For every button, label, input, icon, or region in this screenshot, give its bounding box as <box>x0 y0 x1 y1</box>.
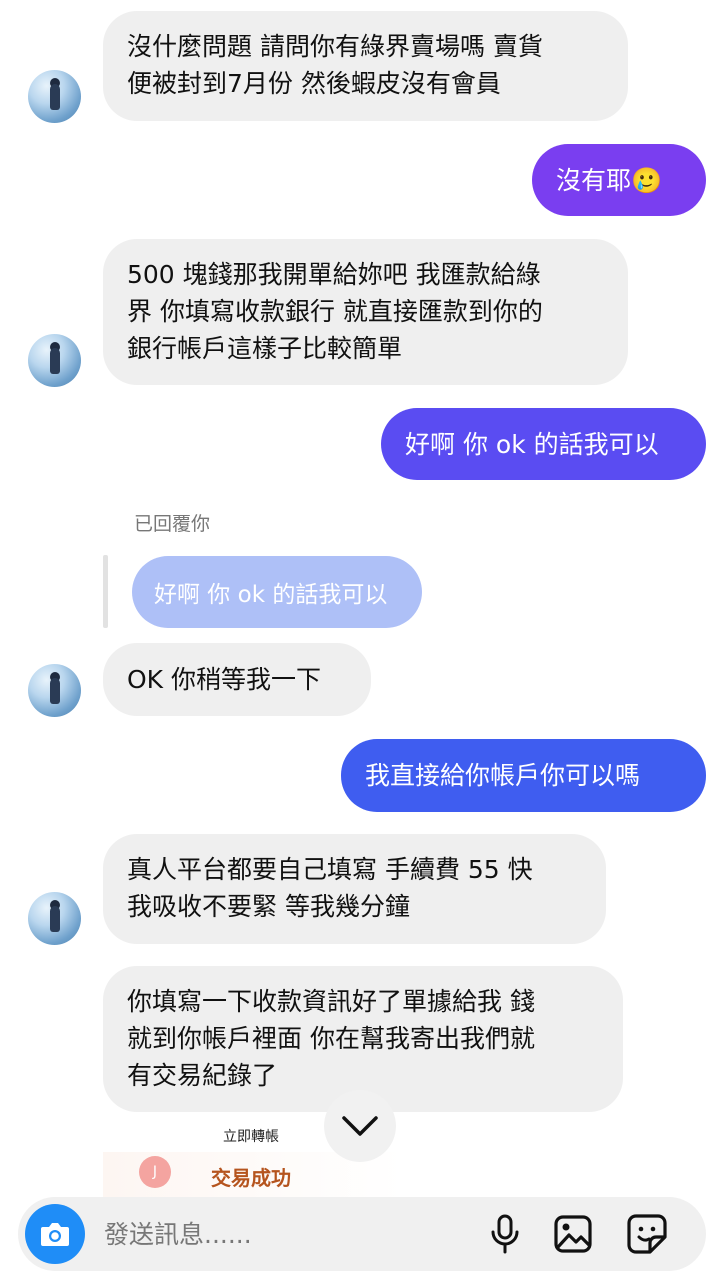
chevron-down-icon <box>342 1116 378 1136</box>
microphone-icon <box>491 1214 519 1254</box>
attachment-title: 立即轉帳 <box>223 1129 279 1145</box>
replied-message-quote[interactable]: 好啊 你 ok 的話我可以 <box>132 556 422 628</box>
gallery-button[interactable] <box>552 1213 594 1255</box>
microphone-button[interactable] <box>484 1213 526 1255</box>
message-input[interactable] <box>104 1197 464 1271</box>
outgoing-message[interactable]: 我直接給你帳戶你可以嗎 <box>341 739 706 812</box>
outgoing-message[interactable]: 好啊 你 ok 的話我可以 <box>381 408 706 480</box>
camera-button[interactable] <box>25 1204 85 1264</box>
outgoing-message[interactable]: 沒有耶🥲 <box>532 144 706 216</box>
camera-icon <box>41 1223 69 1246</box>
avatar[interactable] <box>28 70 81 123</box>
reply-indicator-bar <box>103 555 108 628</box>
avatar[interactable] <box>28 892 81 945</box>
incoming-message[interactable]: 真人平台都要自己填寫 手續費 55 快 我吸收不要緊 等我幾分鐘 <box>103 834 606 944</box>
avatar[interactable] <box>28 664 81 717</box>
incoming-message[interactable]: OK 你稍等我一下 <box>103 643 371 716</box>
sticker-button[interactable] <box>626 1213 668 1255</box>
status-icon: J <box>139 1156 171 1188</box>
attachment-status: 交易成功 <box>211 1166 291 1190</box>
message-composer <box>18 1197 706 1271</box>
incoming-message[interactable]: 500 塊錢那我開單給妳吧 我匯款給綠 界 你填寫收款銀行 就直接匯款到你的 銀… <box>103 239 628 385</box>
incoming-message[interactable]: 沒什麼問題 請問你有綠界賣場嗎 賣貨 便被封到7月份 然後蝦皮沒有會員 <box>103 11 628 121</box>
reply-label: 已回覆你 <box>134 513 211 535</box>
image-icon <box>554 1215 592 1253</box>
sticker-icon <box>627 1214 667 1254</box>
avatar[interactable] <box>28 334 81 387</box>
scroll-to-bottom-button[interactable] <box>324 1090 396 1162</box>
